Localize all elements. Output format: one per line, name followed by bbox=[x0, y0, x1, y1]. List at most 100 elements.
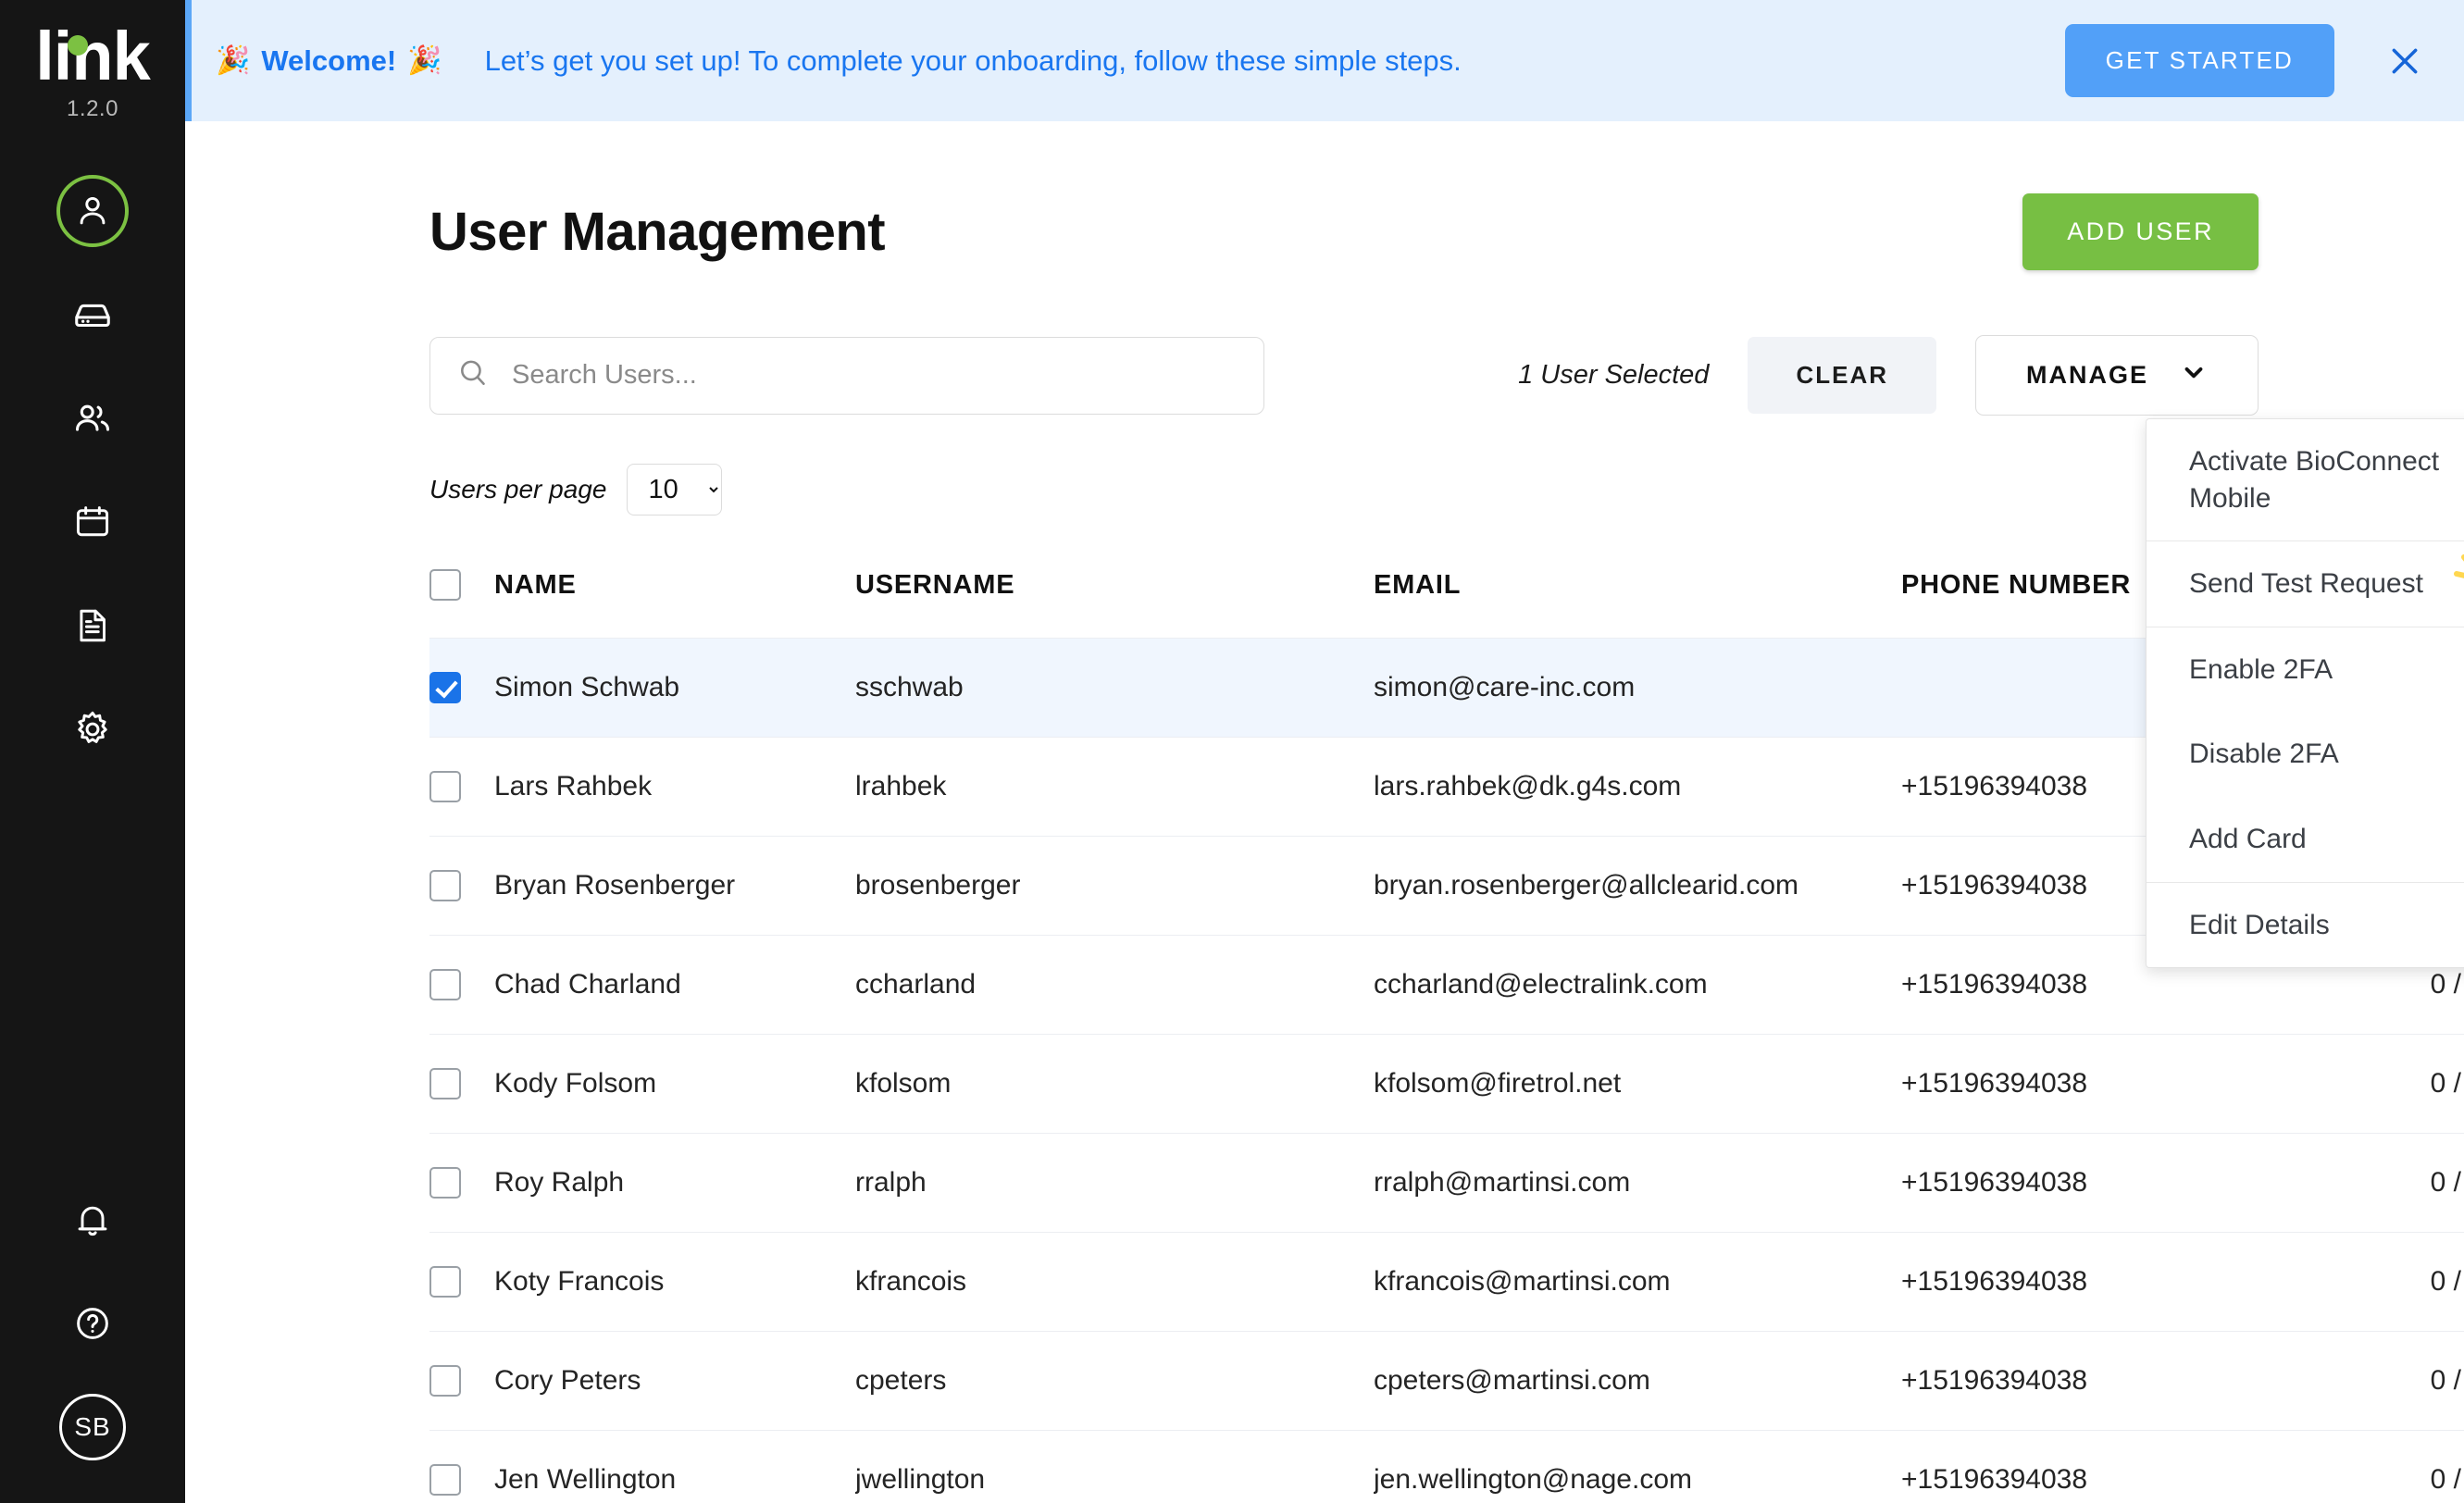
user-icon bbox=[72, 191, 113, 231]
add-user-button[interactable]: ADD USER bbox=[2022, 193, 2259, 270]
column-header-email[interactable]: EMAIL bbox=[1374, 556, 1901, 639]
user-email-cell: kfolsom@firetrol.net bbox=[1374, 1034, 1901, 1134]
search-icon bbox=[456, 356, 490, 394]
user-email-cell: cpeters@martinsi.com bbox=[1374, 1331, 1901, 1431]
menu-item-add-card[interactable]: Add Card bbox=[2147, 797, 2464, 883]
user-name-cell: Bryan Rosenberger bbox=[494, 836, 855, 936]
calendar-icon bbox=[72, 502, 113, 542]
table-row[interactable]: Koty Francois kfrancois kfrancois@martinsi… bbox=[429, 1232, 2464, 1332]
user-username-cell: lrahbek bbox=[855, 737, 1374, 837]
table-row[interactable]: Cory Peters cpeters cpeters@martinsi.com +1… bbox=[429, 1331, 2464, 1431]
search-box[interactable] bbox=[429, 336, 1264, 415]
main-content: 🎉 Welcome! 🎉 Let’s get you set up! To co… bbox=[185, 0, 2464, 1503]
user-phone-cell: +15196394038 bbox=[1901, 1034, 2318, 1134]
row-select-cell bbox=[429, 737, 494, 837]
sidebar-item-notifications[interactable] bbox=[46, 1168, 139, 1272]
select-all-checkbox[interactable] bbox=[429, 569, 461, 601]
row-checkbox[interactable] bbox=[429, 1365, 461, 1397]
help-icon bbox=[72, 1303, 113, 1344]
user-count-cell: 0 / 0 bbox=[2318, 1331, 2464, 1431]
sidebar-item-groups[interactable] bbox=[46, 366, 139, 470]
menu-item-disable-2fa[interactable]: Disable 2FA bbox=[2147, 712, 2464, 797]
user-email-cell: kfrancois@martinsi.com bbox=[1374, 1232, 1901, 1332]
user-username-cell: rralph bbox=[855, 1133, 1374, 1233]
sidebar-item-users[interactable] bbox=[46, 159, 139, 263]
row-checkbox[interactable] bbox=[429, 771, 461, 802]
sidebar-item-reports[interactable] bbox=[46, 574, 139, 677]
user-username-cell: jwellington bbox=[855, 1430, 1374, 1503]
row-checkbox[interactable] bbox=[429, 1266, 461, 1298]
manage-button[interactable]: MANAGE bbox=[1975, 335, 2259, 416]
onboarding-banner: 🎉 Welcome! 🎉 Let’s get you set up! To co… bbox=[185, 0, 2464, 121]
row-select-cell bbox=[429, 1034, 494, 1134]
click-burst-icon bbox=[2442, 544, 2464, 606]
row-checkbox[interactable] bbox=[429, 1068, 461, 1099]
per-page-select[interactable]: 102550100 bbox=[627, 464, 723, 515]
user-count-cell: 0 / 0 bbox=[2318, 1232, 2464, 1332]
party-popper-icon-right: 🎉 bbox=[407, 45, 442, 76]
clear-button[interactable]: CLEAR bbox=[1748, 337, 1936, 414]
row-select-cell bbox=[429, 836, 494, 936]
row-select-cell bbox=[429, 1133, 494, 1233]
user-name-cell: Simon Schwab bbox=[494, 638, 855, 738]
search-input[interactable] bbox=[512, 360, 1238, 391]
table-row[interactable]: Jen Wellington jwellington jen.wellington@… bbox=[429, 1430, 2464, 1503]
chevron-down-icon bbox=[2180, 358, 2208, 392]
close-icon[interactable] bbox=[2379, 35, 2431, 87]
user-phone-cell: +15196394038 bbox=[1901, 1430, 2318, 1503]
row-checkbox[interactable] bbox=[429, 1167, 461, 1199]
user-username-cell: brosenberger bbox=[855, 836, 1374, 936]
sidebar-item-devices[interactable] bbox=[46, 263, 139, 366]
menu-item-edit-details[interactable]: Edit Details bbox=[2147, 883, 2464, 968]
menu-item-send-test-request[interactable]: Send Test Request bbox=[2147, 541, 2464, 627]
column-header-name[interactable]: NAME bbox=[494, 556, 855, 639]
per-page-control: Users per page 102550100 bbox=[185, 416, 2464, 515]
brand-logo: link bbox=[35, 22, 150, 91]
row-checkbox[interactable] bbox=[429, 969, 461, 1000]
user-count-cell: 0 / 0 bbox=[2318, 1133, 2464, 1233]
sidebar-item-settings[interactable] bbox=[46, 677, 139, 781]
user-name-cell: Roy Ralph bbox=[494, 1133, 855, 1233]
row-select-cell bbox=[429, 935, 494, 1035]
selected-count-label: 1 User Selected bbox=[1518, 360, 1710, 390]
sidebar-item-help[interactable] bbox=[46, 1272, 139, 1375]
row-checkbox[interactable] bbox=[429, 870, 461, 901]
row-checkbox[interactable] bbox=[429, 672, 461, 703]
row-select-cell bbox=[429, 1430, 494, 1503]
user-count-cell: 0 / 0 bbox=[2318, 1034, 2464, 1134]
user-email-cell: jen.wellington@nage.com bbox=[1374, 1430, 1901, 1503]
user-email-cell: ccharland@electralink.com bbox=[1374, 935, 1901, 1035]
user-name-cell: Cory Peters bbox=[494, 1331, 855, 1431]
bell-icon bbox=[72, 1199, 113, 1240]
select-all-header bbox=[429, 556, 494, 639]
sidebar-bottom: SB bbox=[0, 1168, 185, 1479]
user-username-cell: sschwab bbox=[855, 638, 1374, 738]
avatar[interactable]: SB bbox=[59, 1394, 126, 1460]
column-header-username[interactable]: USERNAME bbox=[855, 556, 1374, 639]
menu-item-activate-bioconnect-mobile[interactable]: Activate BioConnect Mobile bbox=[2147, 419, 2464, 542]
sidebar: link 1.2.0 SB bbox=[0, 0, 185, 1503]
user-email-cell: bryan.rosenberger@allclearid.com bbox=[1374, 836, 1901, 936]
user-username-cell: ccharland bbox=[855, 935, 1374, 1035]
gear-icon bbox=[71, 708, 114, 751]
user-phone-cell: +15196394038 bbox=[1901, 1331, 2318, 1431]
sidebar-item-schedules[interactable] bbox=[46, 470, 139, 574]
device-icon bbox=[71, 293, 114, 336]
document-icon bbox=[72, 605, 113, 646]
table-row[interactable]: Kody Folsom kfolsom kfolsom@firetrol.net +1… bbox=[429, 1034, 2464, 1134]
per-page-label: Users per page bbox=[429, 475, 607, 503]
user-email-cell: simon@care-inc.com bbox=[1374, 638, 1901, 738]
user-name-cell: Kody Folsom bbox=[494, 1034, 855, 1134]
user-phone-cell: +15196394038 bbox=[1901, 1232, 2318, 1332]
sidebar-item-avatar[interactable]: SB bbox=[46, 1375, 139, 1479]
brand: link 1.2.0 bbox=[0, 0, 185, 122]
table-row[interactable]: Roy Ralph rralph rralph@martinsi.com +15196… bbox=[429, 1133, 2464, 1233]
sidebar-nav bbox=[0, 159, 185, 781]
brand-logo-text: link bbox=[35, 18, 150, 94]
get-started-button[interactable]: GET STARTED bbox=[2064, 24, 2334, 97]
manage-dropdown-menu: Activate BioConnect Mobile Send Test Requ… bbox=[2146, 418, 2464, 969]
banner-message: Let’s get you set up! To complete your o… bbox=[484, 43, 1462, 77]
row-checkbox[interactable] bbox=[429, 1464, 461, 1496]
menu-item-enable-2fa[interactable]: Enable 2FA bbox=[2147, 627, 2464, 713]
manage-button-label: MANAGE bbox=[2026, 361, 2148, 389]
